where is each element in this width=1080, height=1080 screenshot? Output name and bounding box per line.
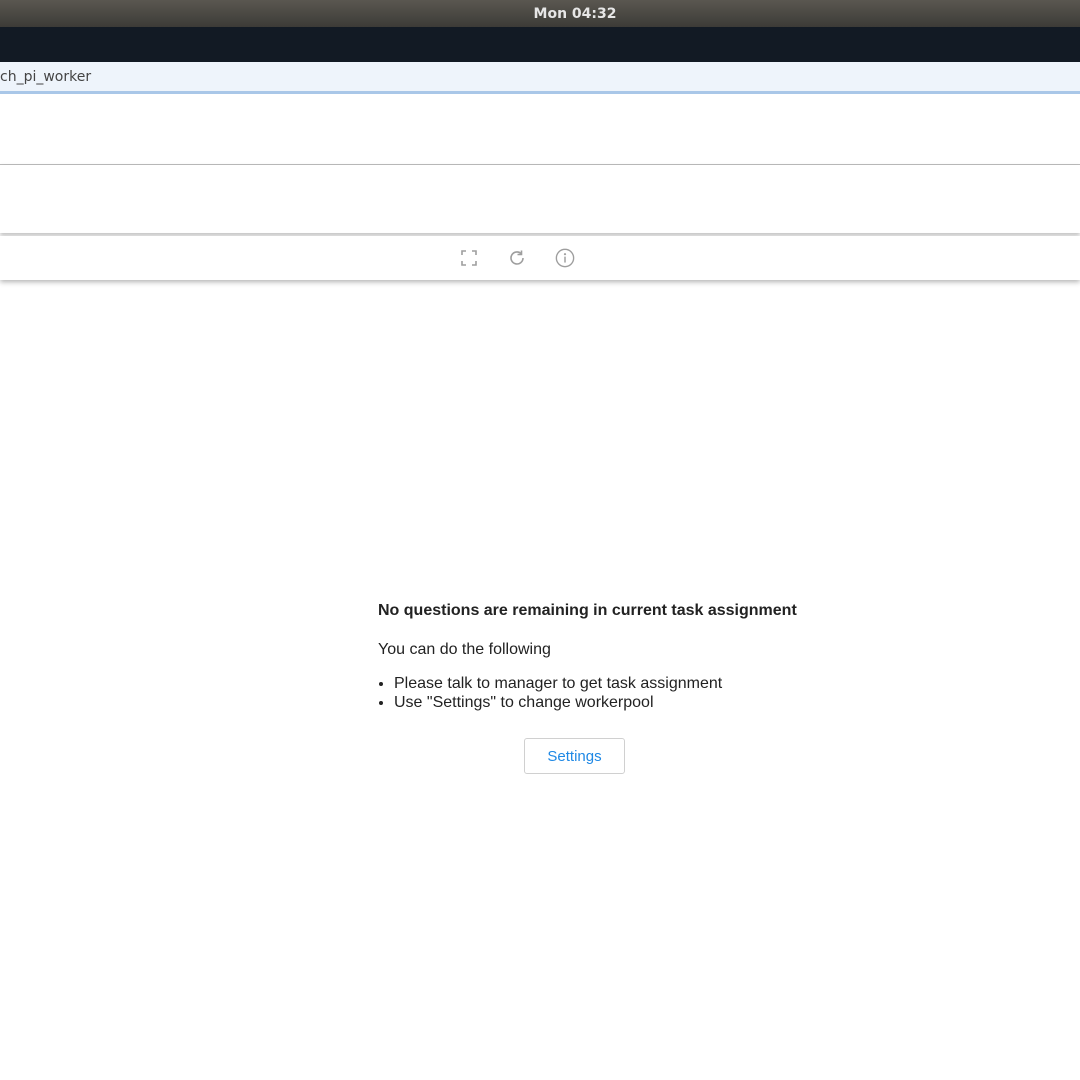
viewer-toolbar: [0, 236, 1080, 280]
settings-button[interactable]: Settings: [524, 738, 625, 774]
app-header: [0, 97, 1080, 165]
address-bar-url[interactable]: ch_pi_worker: [0, 69, 91, 85]
clock[interactable]: Mon 04:32: [534, 6, 617, 22]
empty-state-message: No questions are remaining in current ta…: [378, 602, 818, 712]
address-bar[interactable]: ch_pi_worker: [0, 62, 1080, 94]
empty-state-title: No questions are remaining in current ta…: [378, 602, 797, 619]
list-item: Use "Settings" to change workerpool: [394, 693, 818, 712]
suggestion-list: Please talk to manager to get task assig…: [378, 674, 818, 712]
fullscreen-icon[interactable]: [459, 248, 479, 268]
refresh-icon[interactable]: [507, 248, 527, 268]
app-subheader: [0, 165, 1080, 233]
empty-state-subtitle: You can do the following: [378, 641, 551, 658]
info-icon[interactable]: [555, 248, 575, 268]
browser-tab-strip: [0, 27, 1080, 62]
list-item: Please talk to manager to get task assig…: [394, 674, 818, 693]
os-top-bar: Mon 04:32: [0, 0, 1080, 27]
